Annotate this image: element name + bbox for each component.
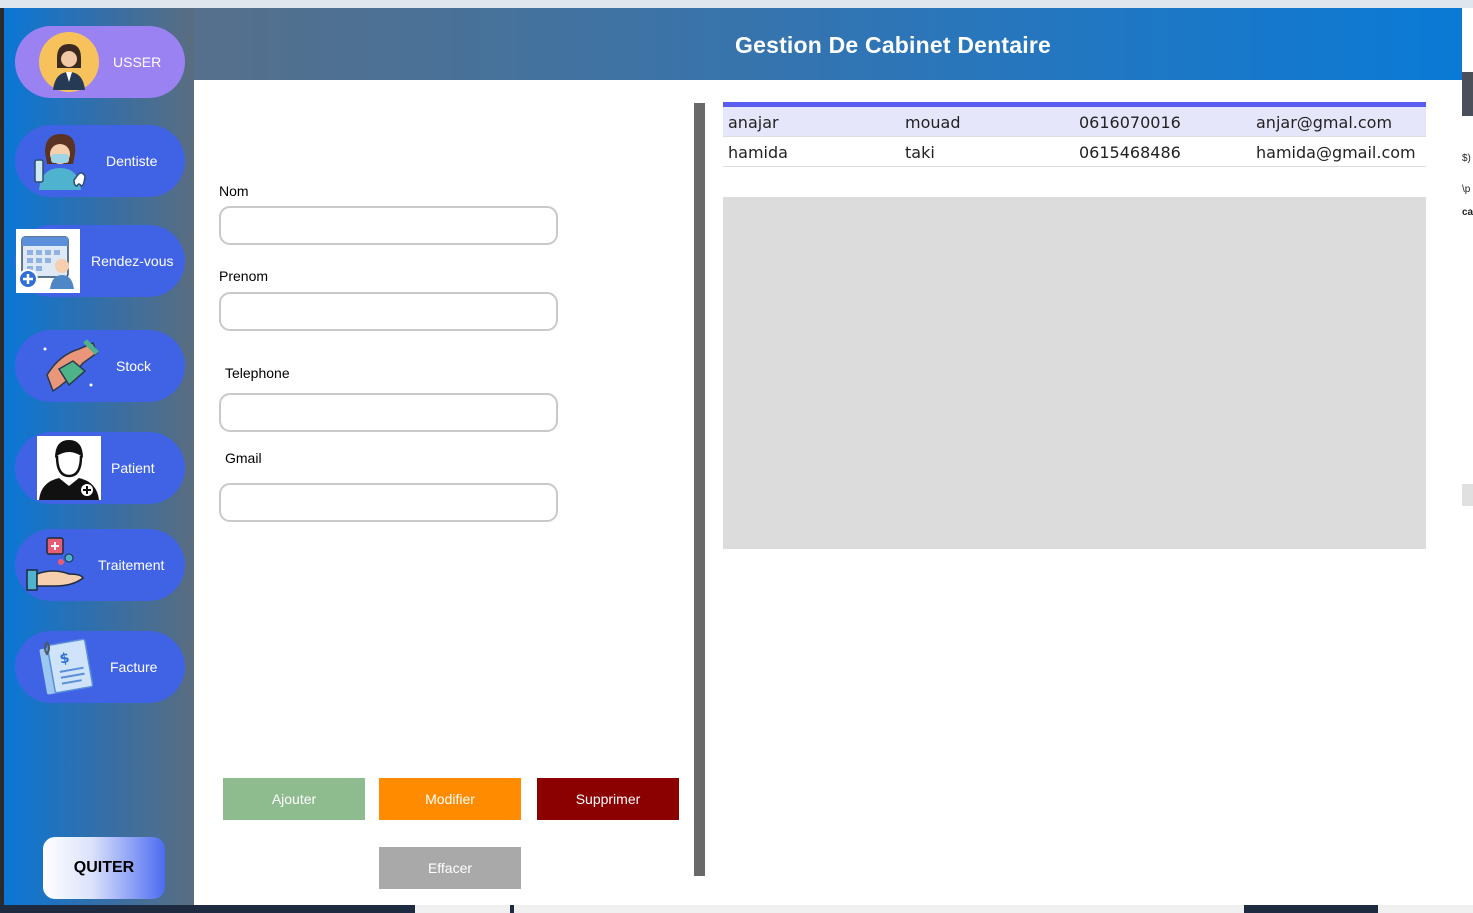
nom-label: Nom	[219, 183, 249, 199]
grid-empty-area	[723, 197, 1426, 549]
background-text: $)	[1462, 153, 1471, 164]
table-cell: anjar@gmal.com	[1256, 113, 1393, 132]
table-cell: taki	[905, 143, 935, 162]
sidebar-item-dentiste[interactable]: Dentiste	[15, 125, 185, 197]
sidebar-item-rendez-vous[interactable]: Rendez-vous	[15, 225, 185, 297]
sidebar-item-stock[interactable]: Stock	[15, 330, 185, 402]
desktop-background	[0, 0, 1473, 8]
add-button[interactable]: Ajouter	[223, 778, 365, 820]
quit-button[interactable]: QUITER	[43, 837, 165, 899]
data-grid[interactable]: anajar mouad 0616070016 anjar@gmal.com h…	[723, 102, 1426, 167]
user-profile-button[interactable]: USSER	[15, 26, 185, 98]
sidebar-item-traitement[interactable]: Traitement	[15, 529, 185, 601]
panel-divider	[694, 103, 705, 876]
sidebar: USSER Dentiste Rendez-vous Stock Patient…	[4, 8, 194, 905]
sidebar-item-label: Facture	[110, 659, 158, 675]
telephone-input[interactable]	[219, 393, 558, 432]
table-cell: 0615468486	[1079, 143, 1181, 162]
telephone-label: Telephone	[225, 365, 290, 381]
sidebar-item-label: Stock	[116, 358, 152, 374]
sidebar-item-facture[interactable]: $ Facture	[15, 631, 185, 703]
gmail-input[interactable]	[219, 483, 558, 522]
app-window: Gestion De Cabinet Dentaire USSER Dentis…	[4, 8, 1462, 905]
table-cell: 0616070016	[1079, 113, 1181, 132]
invoice-icon: $	[37, 636, 99, 698]
sidebar-item-label: Traitement	[98, 557, 165, 573]
modify-button[interactable]: Modifier	[379, 778, 521, 820]
sidebar-item-label: Dentiste	[106, 153, 158, 169]
user-avatar-icon	[39, 32, 99, 92]
taskbar	[0, 905, 1473, 913]
calendar-icon	[16, 229, 80, 293]
title-bar: Gestion De Cabinet Dentaire	[4, 8, 1462, 80]
sidebar-item-label: Rendez-vous	[91, 253, 174, 269]
app-title: Gestion De Cabinet Dentaire	[735, 32, 1051, 58]
background-text: \p	[1462, 184, 1471, 195]
sidebar-item-label: Patient	[111, 460, 155, 476]
table-row[interactable]: hamida taki 0615468486 hamida@gmail.com	[723, 137, 1426, 167]
gmail-label: Gmail	[225, 450, 262, 466]
prenom-input[interactable]	[219, 292, 558, 331]
nom-input[interactable]	[219, 206, 558, 245]
background-window-edge: $) \p ca	[1462, 8, 1473, 913]
table-cell: hamida@gmail.com	[1256, 143, 1416, 162]
delete-button[interactable]: Supprimer	[537, 778, 679, 820]
sidebar-item-patient[interactable]: Patient	[15, 432, 185, 504]
table-cell: hamida	[728, 143, 788, 162]
clear-button[interactable]: Effacer	[379, 847, 521, 889]
background-text: ca	[1462, 207, 1473, 218]
table-cell: anajar	[728, 113, 779, 132]
patient-icon	[37, 436, 101, 500]
dentist-icon	[29, 130, 91, 192]
table-cell: mouad	[905, 113, 961, 132]
prenom-label: Prenom	[219, 268, 269, 284]
user-label: USSER	[113, 54, 162, 70]
table-row[interactable]: anajar mouad 0616070016 anjar@gmal.com	[723, 107, 1426, 137]
treatment-icon	[25, 534, 87, 596]
stock-icon	[39, 335, 101, 397]
